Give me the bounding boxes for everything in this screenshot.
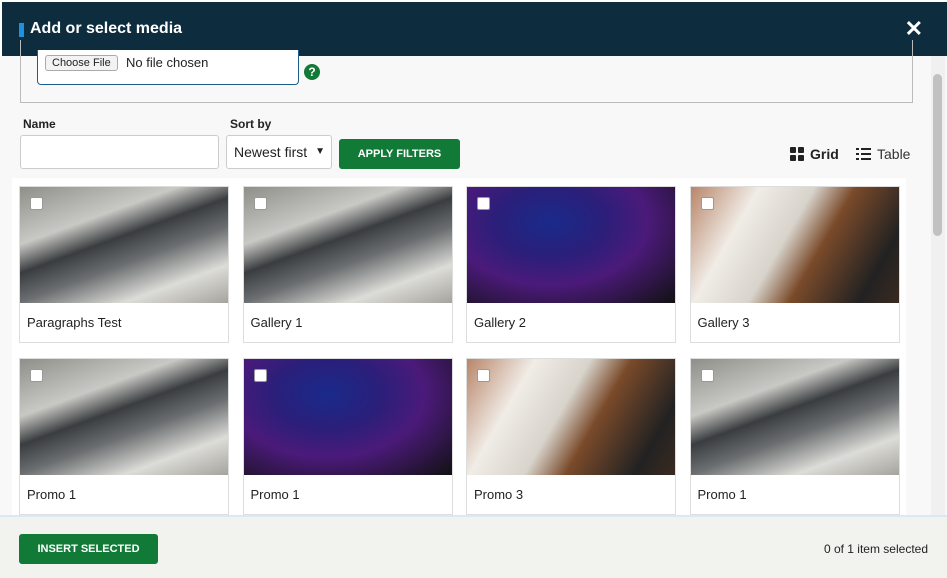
media-card[interactable]: Gallery 2 — [466, 186, 676, 343]
media-card[interactable]: Promo 1 — [689, 358, 900, 515]
name-input[interactable] — [20, 135, 219, 169]
media-name: Gallery 2 — [474, 315, 527, 330]
select-checkbox[interactable] — [477, 369, 490, 382]
grid-label: Grid — [810, 146, 839, 162]
select-checkbox[interactable] — [30, 197, 43, 210]
select-checkbox[interactable] — [253, 369, 267, 382]
media-thumbnail[interactable] — [690, 187, 899, 303]
select-checkbox[interactable] — [253, 197, 267, 210]
select-checkbox[interactable] — [477, 197, 490, 210]
grid-view-toggle[interactable]: Grid — [790, 146, 839, 162]
sort-label: Sort by — [230, 117, 272, 131]
close-icon[interactable]: ✕ — [905, 16, 923, 42]
dialog-title: Add or select media — [30, 20, 183, 37]
media-name: Paragraphs Test — [27, 315, 122, 330]
insert-selected-button[interactable]: INSERT SELECTED — [19, 534, 158, 564]
title-marker — [19, 23, 24, 37]
media-thumbnail[interactable] — [20, 187, 228, 303]
media-thumbnail[interactable] — [690, 359, 899, 475]
media-card[interactable]: Promo 1 — [19, 358, 229, 515]
media-thumbnail[interactable] — [467, 359, 675, 475]
file-input[interactable]: Choose File No file chosen — [37, 50, 299, 85]
media-card[interactable]: Promo 1 — [242, 358, 453, 515]
name-label: Name — [23, 117, 56, 131]
media-thumbnail[interactable] — [243, 187, 452, 303]
media-name: Gallery 1 — [250, 315, 303, 330]
select-checkbox[interactable] — [700, 197, 714, 210]
table-view-toggle[interactable]: Table — [856, 146, 910, 162]
media-grid: Paragraphs Test Gallery 1 Gallery 2 Gallery… — [12, 178, 906, 515]
grid-icon — [790, 147, 804, 161]
list-icon — [856, 148, 871, 160]
dialog-footer: INSERT SELECTED 0 of 1 item selected — [0, 515, 947, 578]
media-thumbnail[interactable] — [20, 359, 228, 475]
choose-file-button[interactable]: Choose File — [45, 55, 118, 71]
help-icon[interactable]: ? — [304, 64, 320, 80]
sort-value: Newest first — [234, 144, 308, 160]
selection-status: 0 of 1 item selected — [823, 542, 928, 556]
sort-select[interactable]: Newest first ▼ — [226, 135, 332, 169]
media-name: Promo 1 — [250, 487, 300, 502]
media-name: Promo 3 — [474, 487, 524, 502]
select-checkbox[interactable] — [30, 369, 43, 382]
media-card[interactable]: Promo 3 — [466, 358, 676, 515]
media-card[interactable]: Paragraphs Test — [19, 186, 229, 343]
table-label: Table — [877, 146, 911, 162]
select-checkbox[interactable] — [700, 369, 714, 382]
media-name: Promo 1 — [27, 487, 77, 502]
media-name: Promo 1 — [697, 487, 747, 502]
media-thumbnail[interactable] — [243, 359, 452, 475]
caret-down-icon: ▼ — [315, 146, 325, 157]
media-thumbnail[interactable] — [467, 187, 675, 303]
media-card[interactable]: Gallery 3 — [689, 186, 900, 343]
media-card[interactable]: Gallery 1 — [242, 186, 453, 343]
apply-filters-button[interactable]: APPLY FILTERS — [339, 139, 460, 169]
media-name: Gallery 3 — [697, 315, 750, 330]
file-status: No file chosen — [126, 55, 209, 70]
scrollbar-thumb[interactable] — [933, 74, 942, 236]
scrollbar[interactable] — [931, 56, 945, 515]
